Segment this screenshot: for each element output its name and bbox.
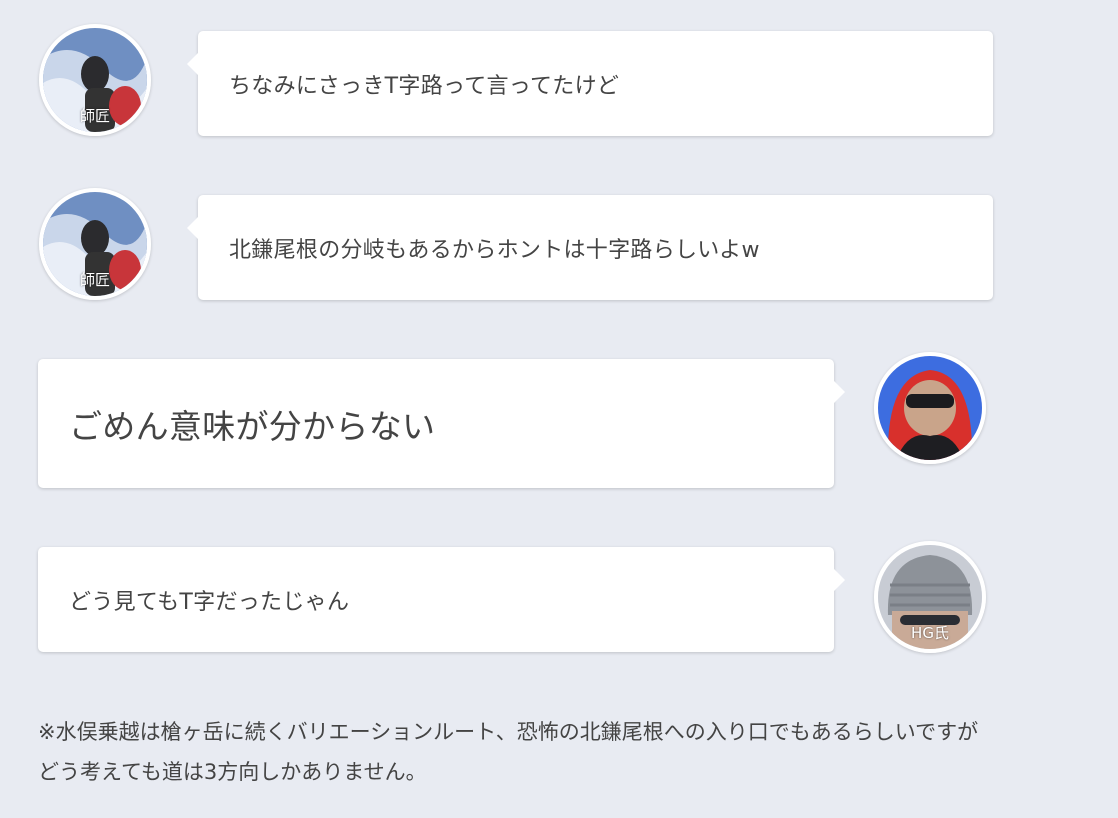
- message-text: ちなみにさっきT字路って言ってたけど: [229, 73, 620, 99]
- red-hood-climber-photo-icon: [878, 356, 982, 460]
- avatar-shisho: 師匠: [39, 188, 151, 300]
- message-bubble: ごめん意味が分からない: [38, 359, 845, 488]
- avatar-hg: HG氏: [874, 541, 986, 653]
- message-bubble: 北鎌尾根の分岐もあるからホントは十字路らしいよw: [187, 195, 993, 300]
- footnote-text: ※水俣乗越は槍ヶ岳に続くバリエーションルート、恐怖の北鎌尾根への入り口でもあるら…: [38, 720, 979, 784]
- avatar-caption: 師匠: [79, 271, 110, 289]
- message-text: ごめん意味が分からない: [69, 406, 436, 446]
- avatar-shisho: 師匠: [39, 24, 151, 136]
- avatar-red-hood: [874, 352, 986, 464]
- message-bubble: どう見てもT字だったじゃん: [38, 547, 845, 652]
- message-text: 北鎌尾根の分岐もあるからホントは十字路らしいよw: [229, 237, 760, 263]
- message-bubble: ちなみにさっきT字路って言ってたけど: [187, 31, 993, 136]
- message-text: どう見てもT字だったじゃん: [69, 589, 350, 615]
- avatar-caption: HG氏: [911, 624, 949, 642]
- avatar-caption: 師匠: [79, 107, 110, 125]
